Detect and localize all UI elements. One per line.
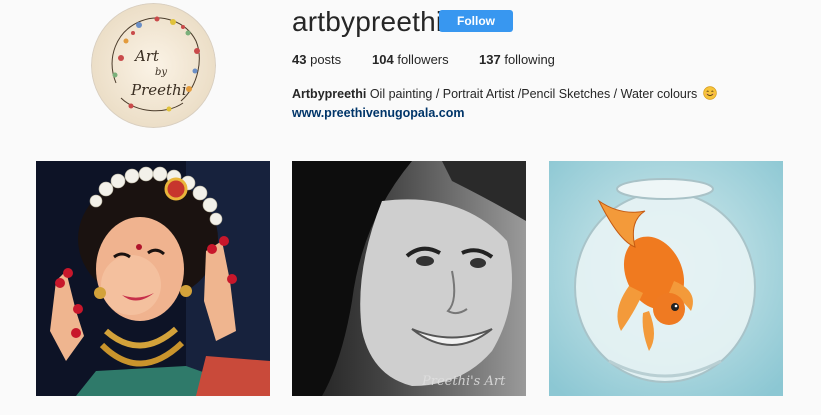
profile-bio: Artbypreethi Oil painting / Portrait Art… <box>292 85 717 103</box>
followers-count-label: followers <box>397 52 449 67</box>
profile-website-link[interactable]: www.preethivenugopala.com <box>292 104 465 122</box>
follow-button[interactable]: Follow <box>439 10 513 32</box>
art-by-preethi-logo: Art by Preethi <box>91 3 216 128</box>
svg-text:Preethi's Art: Preethi's Art <box>421 374 506 389</box>
profile-avatar[interactable]: Art by Preethi <box>91 3 216 128</box>
svg-text:by: by <box>155 67 167 78</box>
svg-text:Preethi: Preethi <box>130 81 187 99</box>
smiling-face-emoji-icon <box>703 86 717 100</box>
followers-link[interactable]: 104 followers <box>372 52 479 67</box>
posts-count: 43 posts <box>292 52 372 67</box>
goldfish-bowl-image <box>549 161 783 396</box>
post-thumbnail-pencil-portrait[interactable]: Preethi's Art <box>292 161 526 396</box>
posts-count-label: posts <box>310 52 342 67</box>
profile-stats: 43 posts 104 followers 137 following <box>292 52 555 67</box>
following-link[interactable]: 137 following <box>479 52 555 67</box>
profile-username: artbypreethi <box>292 6 443 37</box>
svg-text:Art: Art <box>133 47 160 65</box>
pencil-portrait-image: Preethi's Art <box>292 161 526 396</box>
following-count-label: following <box>504 52 555 67</box>
following-count-number: 137 <box>479 52 501 67</box>
followers-count-number: 104 <box>372 52 394 67</box>
post-thumbnail-dancer[interactable] <box>36 161 270 396</box>
bio-full-name: Artbypreethi <box>292 87 367 101</box>
posts-count-number: 43 <box>292 52 307 67</box>
bio-text: Oil painting / Portrait Artist /Pencil S… <box>369 87 698 101</box>
post-thumbnail-goldfish[interactable] <box>549 161 783 396</box>
dancer-painting-image <box>36 161 270 396</box>
